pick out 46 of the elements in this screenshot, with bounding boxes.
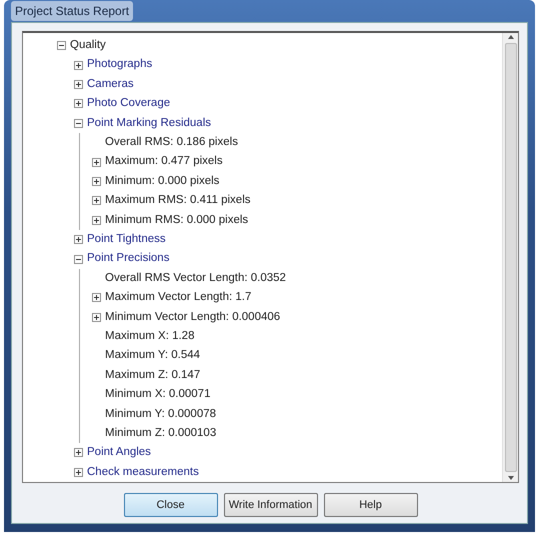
tree-item[interactable]: Maximum Y: 0.544 [105, 347, 200, 365]
tree-item[interactable]: Maximum: 0.477 pixels [105, 153, 223, 171]
scrollbar[interactable] [502, 33, 518, 482]
dialog-button[interactable]: Help [324, 493, 418, 517]
expand-icon[interactable] [74, 60, 83, 70]
tree-item[interactable]: Check measurements [87, 464, 199, 481]
scroll-thumb[interactable] [504, 43, 516, 472]
tree-item[interactable]: Maximum X: 1.28 [105, 328, 194, 346]
scroll-down-icon[interactable] [506, 474, 514, 482]
expand-icon[interactable] [74, 235, 83, 244]
tree-item[interactable]: Minimum X: 0.00071 [105, 386, 210, 404]
expand-icon[interactable] [92, 176, 101, 186]
tree-item[interactable]: Photographs [87, 56, 152, 74]
expand-icon[interactable] [74, 80, 83, 89]
tree-item[interactable]: Maximum RMS: 0.411 pixels [105, 192, 250, 210]
tree-item[interactable]: Minimum RMS: 0.000 pixels [105, 212, 248, 229]
expand-icon[interactable] [74, 468, 83, 477]
expand-icon[interactable] [74, 99, 83, 108]
tree-item[interactable]: Point Precisions [87, 250, 170, 268]
collapse-icon[interactable] [57, 41, 66, 50]
dialog-button[interactable]: Close [124, 493, 218, 517]
window-title: Project Status Report [11, 1, 134, 21]
collapse-icon[interactable] [74, 254, 83, 264]
tree-item[interactable]: Maximum Z: 0.147 [105, 366, 200, 384]
tree-item[interactable]: Maximum Vector Length: 1.7 [105, 289, 252, 306]
expand-icon[interactable] [92, 312, 101, 322]
tree-item[interactable]: Minimum Y: 0.000078 [105, 406, 216, 423]
tree-item[interactable]: Photo Coverage [87, 95, 170, 112]
tree-item[interactable]: Quality [70, 37, 106, 54]
scroll-up-icon[interactable] [506, 33, 514, 42]
tree-item[interactable]: Point Tightness [87, 230, 166, 248]
expand-icon[interactable] [92, 216, 101, 225]
expand-icon[interactable] [92, 293, 101, 302]
dialog-button[interactable]: Write Information [224, 493, 318, 517]
tree-item[interactable]: Minimum Z: 0.000103 [105, 424, 216, 442]
tree-item[interactable]: Minimum: 0.000 pixels [105, 172, 220, 190]
tree-item[interactable]: Overall RMS Vector Length: 0.0352 [105, 270, 286, 288]
expand-icon[interactable] [92, 196, 101, 206]
tree-item[interactable]: Point Angles [87, 444, 151, 462]
expand-icon[interactable] [92, 158, 101, 167]
tree-item[interactable]: Minimum Vector Length: 0.000406 [105, 308, 280, 326]
tree-item[interactable]: Overall RMS: 0.186 pixels [105, 134, 238, 152]
tree-item[interactable]: Point Marking Residuals [87, 114, 212, 132]
expand-icon[interactable] [74, 448, 83, 458]
tree-item[interactable]: Cameras [87, 76, 134, 94]
collapse-icon[interactable] [74, 118, 83, 128]
